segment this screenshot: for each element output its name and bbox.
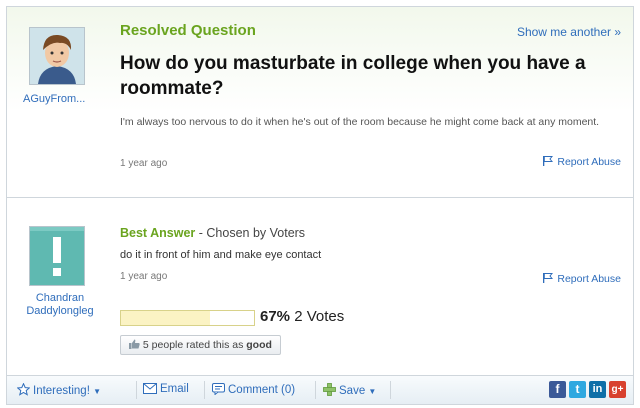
vote-count: 2 Votes <box>294 308 345 325</box>
toolbar-divider <box>390 381 391 399</box>
resolved-question-label: Resolved Question <box>120 22 256 39</box>
answerer-avatar[interactable] <box>29 226 85 286</box>
vote-percent: 67% <box>260 308 291 325</box>
chosen-by-label: - Chosen by Voters <box>198 226 306 240</box>
question-time: 1 year ago <box>120 158 168 169</box>
vote-bar-fill <box>121 311 211 325</box>
save-label: Save <box>339 385 366 397</box>
asker-avatar[interactable] <box>29 27 85 85</box>
answer-report-abuse-link[interactable]: Report Abuse <box>543 273 621 285</box>
thumbs-up-icon <box>129 339 140 349</box>
asker-name[interactable]: AGuyFrom... <box>23 93 85 105</box>
toolbar-divider <box>136 381 137 399</box>
vote-summary: 67% 2 Votes <box>260 308 344 325</box>
email-button[interactable]: Email <box>143 383 189 395</box>
answer-body: do it in front of him and make eye conta… <box>120 249 322 261</box>
twitter-icon[interactable]: t <box>569 381 586 398</box>
report-abuse-label: Report Abuse <box>557 156 621 168</box>
show-another-link[interactable]: Show me another » <box>517 25 621 39</box>
question-title: How do you masturbate in college when yo… <box>120 53 586 99</box>
yahoo-answers-panel: AGuyFrom... Resolved Question Show me an… <box>6 6 634 405</box>
email-label: Email <box>160 383 189 395</box>
save-button[interactable]: Save ▼ <box>323 383 376 397</box>
action-toolbar: Interesting! ▼ Email Comment (0) Save ▼ <box>7 375 633 404</box>
answer-time: 1 year ago <box>120 271 168 282</box>
answerer-name-line2: Daddylongleg <box>26 305 94 317</box>
best-answer-heading: Best Answer - Chosen by Voters <box>120 226 305 240</box>
toolbar-divider <box>315 381 316 399</box>
interesting-button[interactable]: Interesting! ▼ <box>16 382 102 397</box>
comment-icon <box>212 383 225 396</box>
answer-section: Chandran Daddylongleg Best Answer - Chos… <box>7 198 633 376</box>
chevron-down-icon: ▼ <box>93 387 102 396</box>
question-section: AGuyFrom... Resolved Question Show me an… <box>7 7 633 198</box>
rated-good-button[interactable]: 5 people rated this as good <box>120 335 281 355</box>
plus-icon <box>323 383 336 396</box>
mail-icon <box>143 383 157 394</box>
facebook-icon[interactable]: f <box>549 381 566 398</box>
rated-text: 5 people rated this as <box>142 339 244 351</box>
comment-label: Comment (0) <box>228 384 296 396</box>
interesting-label: Interesting! <box>33 385 90 397</box>
vote-bar <box>120 310 255 326</box>
flag-icon <box>543 156 554 166</box>
toolbar-divider <box>204 381 205 399</box>
question-report-abuse-link[interactable]: Report Abuse <box>543 156 621 168</box>
answerer-name[interactable]: Chandran Daddylongleg <box>23 292 97 318</box>
flag-icon <box>543 273 554 283</box>
comment-button[interactable]: Comment (0) <box>212 383 295 396</box>
chevron-down-icon: ▼ <box>368 387 377 396</box>
linkedin-icon[interactable]: in <box>589 381 606 398</box>
rated-word: good <box>246 339 272 351</box>
report-abuse-label: Report Abuse <box>557 273 621 285</box>
star-icon <box>16 382 31 396</box>
answerer-name-line1: Chandran <box>35 292 85 304</box>
googleplus-icon[interactable]: g+ <box>609 381 626 398</box>
best-answer-label: Best Answer <box>120 226 196 240</box>
question-body: I'm always too nervous to do it when he'… <box>120 116 600 128</box>
